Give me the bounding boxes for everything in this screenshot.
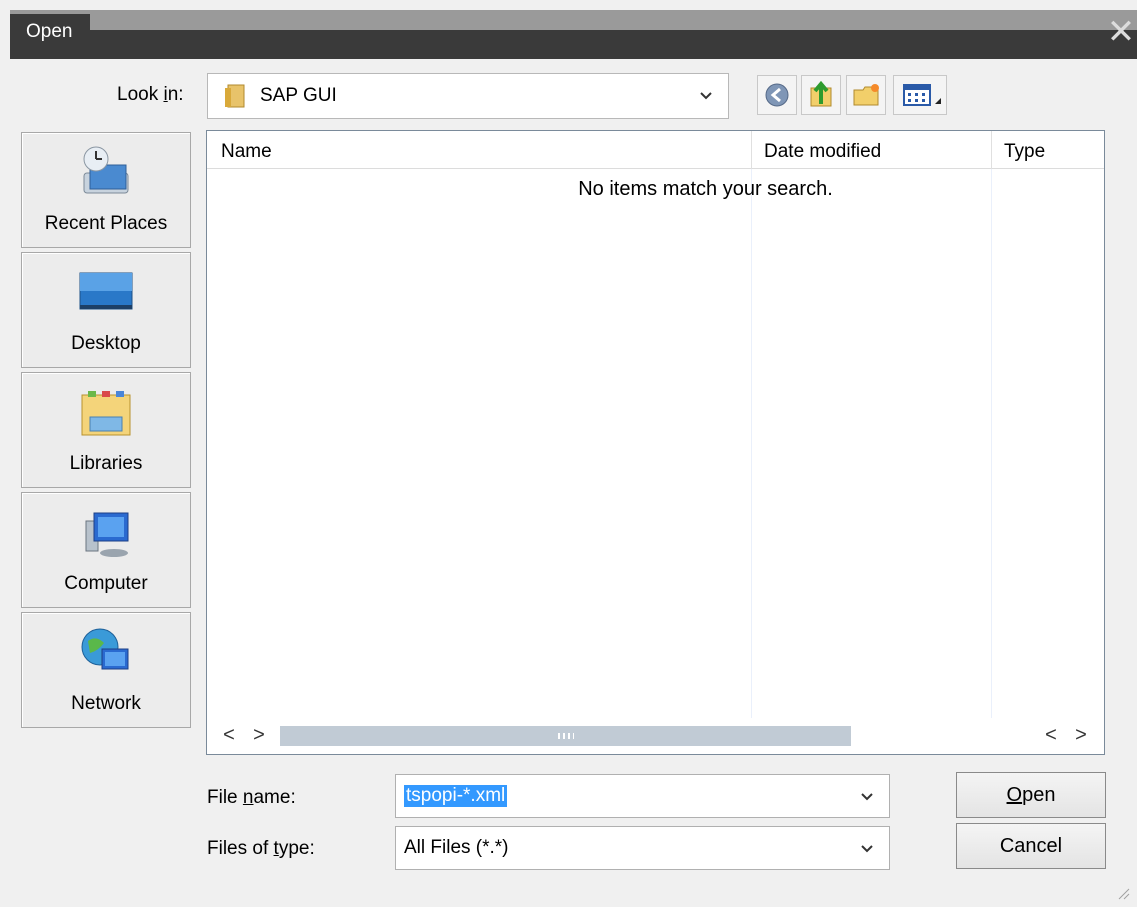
close-icon[interactable]: ✕: [1101, 12, 1137, 52]
recent-places-icon: [83, 146, 129, 194]
column-gridline: [751, 169, 752, 719]
file-list-header: Name Date modified Type: [207, 131, 1104, 169]
open-button[interactable]: Open: [956, 772, 1106, 818]
place-label: Computer: [64, 573, 148, 594]
grip-icon: [557, 733, 574, 739]
chevron-down-icon[interactable]: [696, 86, 716, 106]
file-type-label: Files of type:: [207, 838, 315, 859]
chevron-down-icon[interactable]: [857, 787, 877, 807]
column-header-name[interactable]: Name: [221, 141, 272, 163]
place-label: Recent Places: [44, 213, 168, 234]
file-name-input[interactable]: tspopi-*.xml: [395, 774, 890, 818]
scroll-right-icon[interactable]: >: [1069, 724, 1093, 747]
scroll-right-icon[interactable]: >: [247, 724, 271, 747]
column-divider[interactable]: [991, 131, 992, 169]
look-in-dropdown[interactable]: SAP GUI: [207, 73, 729, 119]
place-network[interactable]: Network: [21, 612, 191, 728]
place-label: Desktop: [71, 333, 141, 354]
network-icon: [81, 628, 129, 670]
look-in-label: Look in:: [117, 84, 184, 105]
scroll-left-icon[interactable]: <: [217, 724, 241, 747]
file-list[interactable]: Name Date modified Type No items match y…: [206, 130, 1105, 755]
up-folder-icon: [810, 80, 832, 107]
libraries-icon: [81, 391, 131, 436]
place-computer[interactable]: Computer: [21, 492, 191, 608]
look-in-value: SAP GUI: [260, 85, 337, 106]
title-bar: Open ✕: [10, 10, 1137, 59]
column-header-type[interactable]: Type: [1004, 141, 1045, 163]
chevron-down-icon[interactable]: [857, 839, 877, 859]
resize-grip-icon[interactable]: [1115, 885, 1131, 901]
column-gridline: [991, 169, 992, 719]
back-button[interactable]: [757, 75, 797, 115]
desktop-icon: [79, 272, 133, 310]
new-folder-icon: [853, 84, 879, 106]
place-label: Libraries: [69, 453, 143, 474]
view-menu-button[interactable]: [893, 75, 947, 115]
file-name-value[interactable]: tspopi-*.xml: [404, 785, 508, 807]
window-title: Open: [10, 14, 90, 50]
file-type-value: All Files (*.*): [404, 837, 509, 858]
back-icon: [765, 83, 789, 107]
up-folder-button[interactable]: [801, 75, 841, 115]
scroll-thumb[interactable]: [280, 726, 851, 746]
horizontal-scrollbar[interactable]: < > < >: [207, 718, 1104, 754]
place-desktop[interactable]: Desktop: [21, 252, 191, 368]
new-folder-button[interactable]: [846, 75, 886, 115]
place-label: Network: [71, 693, 141, 714]
column-divider[interactable]: [751, 131, 752, 169]
file-name-label: File name:: [207, 787, 296, 808]
place-recent-places[interactable]: Recent Places: [21, 132, 191, 248]
view-menu-icon: [903, 84, 941, 106]
scroll-left-icon[interactable]: <: [1039, 724, 1063, 747]
computer-icon: [85, 512, 129, 557]
column-header-date-modified[interactable]: Date modified: [764, 141, 881, 163]
folder-icon: [225, 84, 245, 108]
empty-message: No items match your search.: [578, 178, 833, 200]
file-type-select[interactable]: All Files (*.*): [395, 826, 890, 870]
cancel-button[interactable]: Cancel: [956, 823, 1106, 869]
place-libraries[interactable]: Libraries: [21, 372, 191, 488]
